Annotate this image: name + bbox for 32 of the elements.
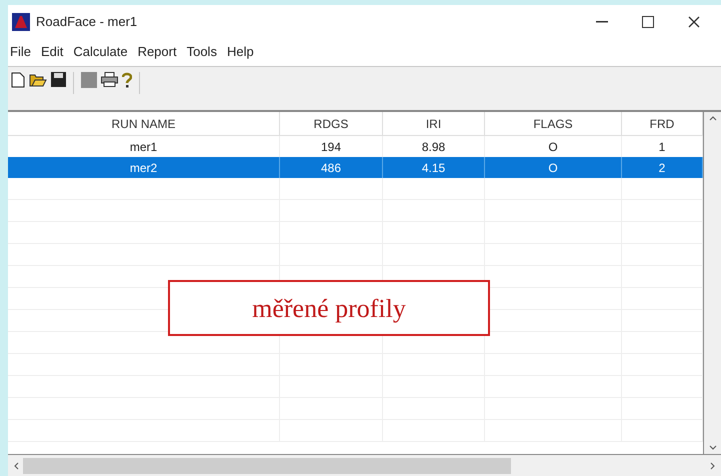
printer-icon[interactable] xyxy=(101,72,118,87)
help-icon[interactable] xyxy=(122,72,132,88)
table-cell: 4.15 xyxy=(383,157,485,178)
column-header[interactable]: RDGS xyxy=(280,112,383,135)
annotation-label: měřené profily xyxy=(168,280,490,336)
menu-item[interactable]: Help xyxy=(226,42,254,62)
minimize-icon[interactable] xyxy=(596,20,608,22)
menu-item[interactable]: Report xyxy=(138,42,177,62)
new-document-icon[interactable] xyxy=(11,72,25,88)
column-header[interactable]: RUN NAME xyxy=(8,112,280,135)
scroll-left-icon[interactable] xyxy=(14,462,19,470)
scroll-down-icon[interactable] xyxy=(708,445,716,450)
table-cell: O xyxy=(485,157,622,178)
app-logo-icon xyxy=(12,12,30,30)
menu-item[interactable]: Tools xyxy=(186,42,217,62)
horizontal-scrollbar[interactable] xyxy=(8,454,721,476)
column-header[interactable]: FLAGS xyxy=(485,112,622,135)
menu-item[interactable]: File xyxy=(10,42,31,62)
close-icon[interactable] xyxy=(688,16,700,28)
window-title: RoadFace - mer1 xyxy=(36,12,138,31)
maximize-icon[interactable] xyxy=(642,16,654,28)
save-icon[interactable] xyxy=(51,72,66,87)
open-folder-icon[interactable] xyxy=(29,72,47,87)
table-cell: 486 xyxy=(280,157,383,178)
menu-item[interactable]: Calculate xyxy=(73,42,128,62)
table-row[interactable]: mer2 486 4.15 O 2 xyxy=(8,157,703,178)
scroll-right-icon[interactable] xyxy=(710,462,715,470)
vertical-scrollbar[interactable] xyxy=(703,112,721,454)
column-header[interactable]: IRI xyxy=(383,112,485,135)
menu-item[interactable]: Edit xyxy=(40,42,64,62)
scroll-up-icon[interactable] xyxy=(708,116,716,121)
table-cell: mer2 xyxy=(8,157,280,178)
